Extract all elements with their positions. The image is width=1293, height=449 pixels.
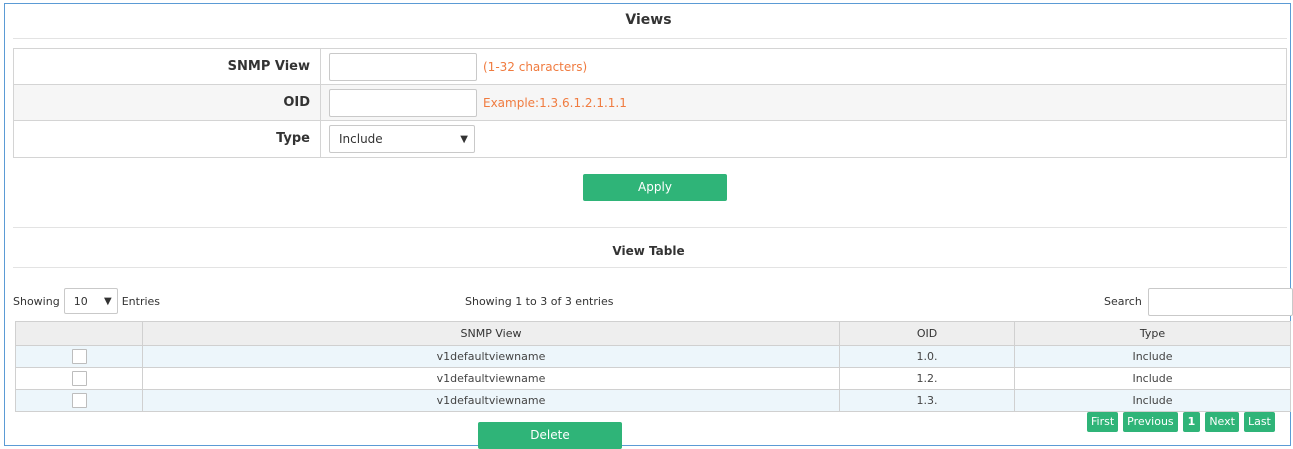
delete-button[interactable]: Delete (478, 422, 622, 449)
previous-page-button[interactable]: Previous (1123, 412, 1178, 432)
showing-label: Showing (13, 294, 60, 308)
current-page-button[interactable]: 1 (1182, 412, 1201, 432)
type-label: Type (14, 121, 321, 157)
row-select-cell (15, 389, 143, 412)
row-checkbox[interactable] (71, 393, 87, 408)
oid-label: OID (14, 85, 321, 120)
type-cell: Include (1014, 345, 1291, 368)
form-row-oid: OID Example:1.3.6.1.2.1.1.1 (14, 85, 1286, 121)
page-size-select[interactable]: 10 ▼ (63, 288, 118, 314)
divider (13, 267, 1287, 268)
search-label: Search (1104, 295, 1142, 308)
snmp-view-input[interactable] (329, 52, 477, 81)
oid-cell: 1.3. (839, 389, 1015, 412)
search-input[interactable] (1148, 288, 1293, 316)
type-select[interactable]: Include ▼ (329, 125, 475, 153)
row-select-cell (15, 345, 143, 368)
snmp-view-label: SNMP View (14, 49, 321, 84)
table-header-row: SNMP View OID Type (15, 321, 1291, 346)
column-header-select (15, 321, 143, 346)
table-info: Showing 1 to 3 of 3 entries (465, 295, 614, 308)
page-size-control: Showing 10 ▼ Entries (13, 288, 160, 314)
row-checkbox[interactable] (71, 349, 87, 364)
oid-cell: 1.0. (839, 345, 1015, 368)
row-select-cell (15, 367, 143, 390)
column-header-snmp-view[interactable]: SNMP View (142, 321, 840, 346)
views-panel: Views SNMP View (1-32 characters) OID Ex… (4, 3, 1293, 449)
form-row-snmp-view: SNMP View (1-32 characters) (14, 49, 1286, 85)
form-row-type: Type Include ▼ (14, 121, 1286, 157)
entries-label: Entries (121, 294, 161, 308)
apply-button[interactable]: Apply (583, 174, 727, 201)
last-page-button[interactable]: Last (1243, 412, 1275, 432)
divider (13, 227, 1287, 228)
table-row: v1defaultviewname 1.3. Include (15, 389, 1291, 412)
snmp-view-hint: (1-32 characters) (483, 59, 588, 74)
view-table: SNMP View OID Type v1defaultviewname 1.0… (15, 321, 1291, 412)
oid-cell: 1.2. (839, 367, 1015, 390)
column-header-type[interactable]: Type (1014, 321, 1291, 346)
snmp-view-cell: v1defaultviewname (142, 367, 840, 390)
column-header-oid[interactable]: OID (839, 321, 1015, 346)
divider (13, 38, 1287, 39)
view-form: SNMP View (1-32 characters) OID Example:… (13, 48, 1287, 158)
chevron-down-icon: ▼ (104, 295, 112, 307)
snmp-view-cell: v1defaultviewname (142, 345, 840, 368)
table-row: v1defaultviewname 1.0. Include (15, 345, 1291, 368)
chevron-down-icon: ▼ (460, 133, 468, 145)
table-row: v1defaultviewname 1.2. Include (15, 367, 1291, 390)
view-table-title: View Table (612, 244, 685, 258)
oid-input[interactable] (329, 88, 477, 117)
page-title: Views (625, 12, 672, 28)
type-select-value: Include (339, 132, 383, 146)
snmp-view-cell: v1defaultviewname (142, 389, 840, 412)
type-cell: Include (1014, 389, 1291, 412)
first-page-button[interactable]: First (1087, 412, 1119, 432)
next-page-button[interactable]: Next (1205, 412, 1239, 432)
page-size-value: 10 (73, 294, 88, 308)
oid-hint: Example:1.3.6.1.2.1.1.1 (483, 95, 627, 110)
row-checkbox[interactable] (71, 371, 87, 386)
pagination: First Previous 1 Next Last (1087, 412, 1275, 432)
type-cell: Include (1014, 367, 1291, 390)
